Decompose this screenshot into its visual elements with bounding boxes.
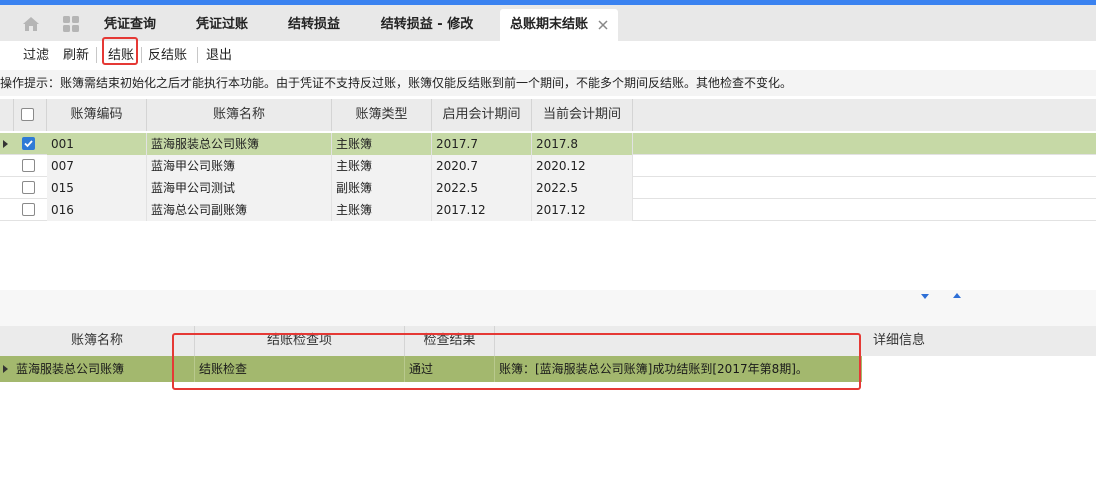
close-books-highlight	[102, 37, 138, 65]
toolbar-separator	[96, 47, 97, 63]
column-header[interactable]: 账簿类型	[332, 99, 432, 131]
check-icon	[24, 140, 33, 148]
row-checkbox[interactable]	[22, 159, 35, 172]
table-row[interactable]: 007 蓝海甲公司账簿 主账簿 2020.7 2020.12	[0, 155, 1096, 177]
row-indicator-header	[0, 99, 14, 131]
tab-voucher-posting[interactable]: 凭证过账	[184, 9, 260, 41]
table-row[interactable]: 015 蓝海甲公司测试 副账簿 2022.5 2022.5	[0, 177, 1096, 199]
row-checkbox[interactable]	[22, 181, 35, 194]
current-period: 2017.12	[532, 199, 633, 221]
start-period: 2017.7	[432, 133, 532, 155]
ledger-code: 016	[47, 199, 147, 221]
close-icon[interactable]	[597, 19, 609, 31]
collapse-up-icon[interactable]	[953, 293, 961, 298]
ledger-type: 主账簿	[332, 199, 432, 221]
ledger-table-header: 账簿编码 账簿名称 账簿类型 启用会计期间 当前会计期间	[0, 99, 1096, 131]
ledger-name: 蓝海总公司副账簿	[147, 199, 332, 221]
reverse-close-button[interactable]: 反结账	[148, 47, 187, 65]
column-header[interactable]: 账簿名称	[147, 99, 332, 131]
toolbar-separator	[141, 47, 142, 63]
table-row[interactable]: 001 蓝海服装总公司账簿 主账簿 2017.7 2017.8	[0, 133, 1096, 155]
ledger-type: 主账簿	[332, 133, 432, 155]
table-row[interactable]: 016 蓝海总公司副账簿 主账簿 2017.12 2017.12	[0, 199, 1096, 221]
result-ledger-name: 蓝海服装总公司账簿	[12, 356, 195, 382]
column-header[interactable]: 账簿名称	[0, 326, 195, 356]
exit-button[interactable]: 退出	[206, 47, 232, 65]
expand-down-icon[interactable]	[921, 294, 929, 299]
ledger-name: 蓝海甲公司账簿	[147, 155, 332, 177]
home-icon[interactable]	[22, 16, 40, 32]
refresh-button[interactable]: 刷新	[63, 47, 89, 65]
toolbar-separator	[197, 47, 198, 63]
ledger-name: 蓝海服装总公司账簿	[147, 133, 332, 155]
tab-carry-forward-edit[interactable]: 结转损益 - 修改	[368, 9, 486, 41]
current-row-pointer-icon	[3, 140, 8, 148]
ledger-code: 015	[47, 177, 147, 199]
ledger-code: 001	[47, 133, 147, 155]
ledger-type: 副账簿	[332, 177, 432, 199]
row-checkbox[interactable]	[22, 137, 35, 150]
result-highlight	[172, 333, 861, 390]
tab-carry-forward[interactable]: 结转损益	[276, 9, 352, 41]
ledger-type: 主账簿	[332, 155, 432, 177]
panel-splitter[interactable]	[0, 290, 1096, 326]
apps-grid-icon[interactable]	[62, 16, 80, 32]
start-period: 2020.7	[432, 155, 532, 177]
column-header[interactable]: 账簿编码	[47, 99, 147, 131]
start-period: 2017.12	[432, 199, 532, 221]
row-checkbox[interactable]	[22, 203, 35, 216]
current-period: 2022.5	[532, 177, 633, 199]
select-all-checkbox[interactable]	[21, 108, 34, 121]
tab-bar: 凭证查询 凭证过账 结转损益 结转损益 - 修改 总账期末结账	[0, 5, 1096, 41]
toolbar: 过滤 刷新 结账 反结账 退出	[0, 37, 1096, 69]
select-all-header	[14, 99, 47, 131]
filter-button[interactable]: 过滤	[23, 47, 49, 65]
current-row-pointer-icon	[3, 365, 8, 373]
ledger-name: 蓝海甲公司测试	[147, 177, 332, 199]
column-header[interactable]: 当前会计期间	[532, 99, 633, 131]
ledger-code: 007	[47, 155, 147, 177]
operation-tip: 操作提示：账簿需结束初始化之后才能执行本功能。由于凭证不支持反过账，账簿仅能反结…	[0, 70, 1096, 96]
current-period: 2020.12	[532, 155, 633, 177]
column-header[interactable]: 启用会计期间	[432, 99, 532, 131]
start-period: 2022.5	[432, 177, 532, 199]
current-period: 2017.8	[532, 133, 633, 155]
